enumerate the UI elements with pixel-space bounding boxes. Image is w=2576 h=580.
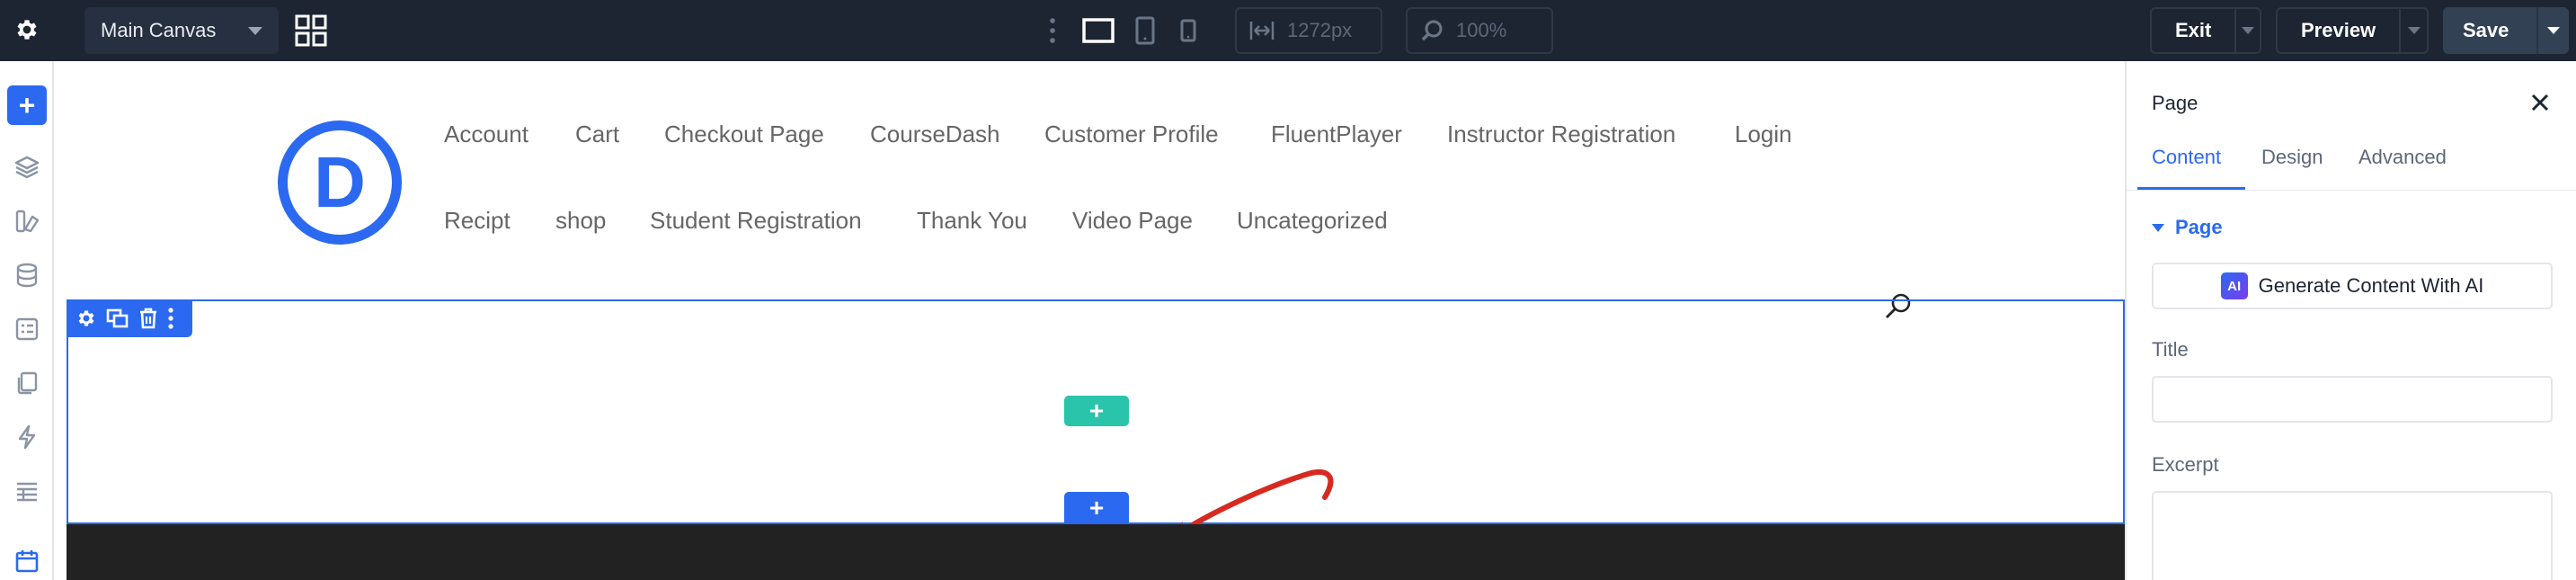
lightning-icon[interactable] [13,423,41,451]
logo-letter: D [314,142,366,222]
site-logo[interactable]: D [278,120,402,245]
section-duplicate-icon[interactable] [106,308,129,329]
plus-icon: + [1088,494,1105,522]
panel-title: Page [2152,92,2198,114]
menu-link-coursedash[interactable]: CourseDash [870,120,1000,148]
title-field[interactable] [2152,376,2553,423]
exit-dropdown-toggle[interactable] [2234,9,2260,52]
width-arrows-icon [1249,22,1275,40]
menu-link-shop[interactable]: shop [555,207,606,235]
canvas-select[interactable]: Main Canvas [84,7,279,54]
caret-down-icon [2547,27,2560,34]
left-sidebar: + [0,61,54,580]
save-dropdown-toggle[interactable] [2536,7,2569,54]
pages-icon[interactable] [13,369,41,397]
menu-link-thank-you[interactable]: Thank You [917,207,1027,235]
preview-button[interactable]: Preview [2276,7,2429,54]
canvas-width-value: 1272px [1287,19,1353,41]
excerpt-label: Excerpt [2152,453,2219,476]
title-label: Title [2152,338,2189,361]
grid-layout-icon[interactable] [295,14,327,47]
page-canvas: D Account Cart Checkout Page CourseDash … [67,61,2125,580]
menu-link-student-registration[interactable]: Student Registration [650,207,862,235]
calendar-check-icon[interactable] [13,547,41,576]
exit-label: Exit [2175,19,2212,41]
close-icon[interactable] [2529,92,2551,118]
menu-link-instructor-registration[interactable]: Instructor Registration [1447,120,1675,148]
menu-link-video-page[interactable]: Video Page [1072,207,1193,235]
caret-down-icon [2152,223,2164,232]
desktop-view-icon[interactable] [1082,16,1115,45]
menu-link-account[interactable]: Account [444,120,529,148]
menu-link-login[interactable]: Login [1735,120,1792,148]
save-button[interactable]: Save [2443,7,2569,54]
section-delete-icon[interactable] [138,308,158,329]
tab-design[interactable]: Design [2261,146,2323,169]
zoom-field[interactable]: 100% [1406,7,1553,54]
preview-label: Preview [2301,19,2376,41]
layers-icon[interactable] [13,153,41,182]
section-toolbar [67,299,192,337]
menu-link-cart[interactable]: Cart [575,120,619,148]
tab-content[interactable]: Content [2152,146,2221,169]
settings-gear-icon[interactable] [13,15,41,44]
menu-link-recipt[interactable]: Recipt [444,207,511,235]
top-toolbar: Main Canvas 1272px 100% Exit Preview Sav… [0,0,2576,61]
menu-link-checkout-page[interactable]: Checkout Page [664,120,824,148]
phone-view-icon[interactable] [1179,16,1197,45]
divi-builder: Main Canvas 1272px 100% Exit Preview Sav… [0,0,2576,580]
group-title: Page [2175,216,2223,238]
ai-icon: AI [2220,272,2248,299]
plus-icon: + [18,89,36,121]
generate-content-ai-button[interactable]: AI Generate Content With AI [2152,263,2553,309]
zoom-value: 100% [1456,19,1507,41]
menu-link-fluentplayer[interactable]: FluentPlayer [1271,120,1402,148]
exit-button[interactable]: Exit [2150,7,2261,54]
settings-panel: Page Content Design Advanced Page AI Gen… [2125,61,2576,580]
caret-down-icon [2407,27,2421,34]
table-layout-icon[interactable] [13,477,41,505]
menu-link-customer-profile[interactable]: Customer Profile [1044,120,1219,148]
section-more-icon[interactable] [167,307,174,330]
design-library-icon[interactable] [13,207,41,236]
preview-dropdown-toggle[interactable] [2399,9,2427,52]
section-settings-icon[interactable] [76,308,97,329]
zoom-search-icon [1421,20,1443,41]
plus-icon: + [1088,397,1105,424]
menu-link-uncategorized[interactable]: Uncategorized [1237,207,1388,235]
save-label: Save [2463,19,2509,41]
canvas-select-value: Main Canvas [101,19,217,41]
page-group-toggle[interactable]: Page [2152,216,2223,239]
tab-divider [2127,190,2576,191]
chevron-down-icon [248,27,262,35]
more-vertical-icon[interactable] [1048,16,1057,45]
form-icon[interactable] [13,315,41,344]
tab-advanced[interactable]: Advanced [2358,146,2447,169]
tablet-view-icon[interactable] [1134,16,1156,45]
footer-section [67,524,2125,580]
canvas-width-field[interactable]: 1272px [1235,7,1382,54]
add-module-button[interactable]: + [7,85,47,125]
excerpt-field[interactable] [2152,491,2553,580]
caret-down-icon [2242,27,2255,34]
database-icon[interactable] [13,261,41,290]
generate-label: Generate Content With AI [2258,274,2484,297]
